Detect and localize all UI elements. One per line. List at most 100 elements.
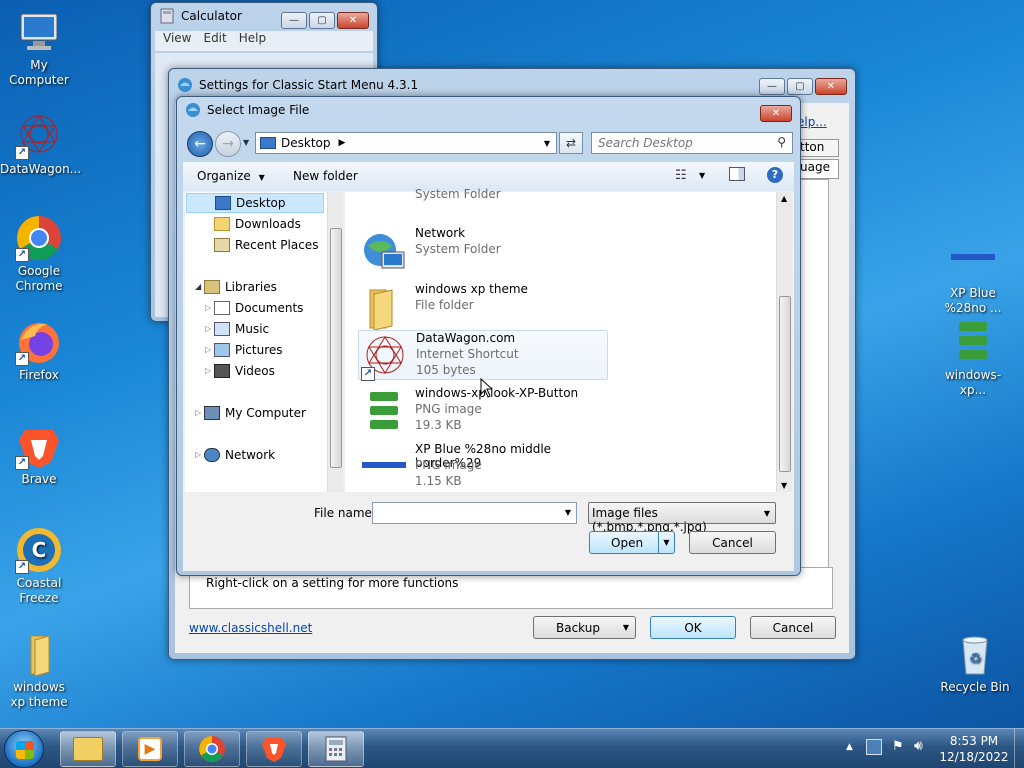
menu-view[interactable]: View — [163, 31, 191, 51]
refresh-button[interactable]: ⇄ — [559, 132, 583, 154]
open-split-arrow-icon[interactable]: ▼ — [658, 532, 674, 553]
help-icon[interactable]: ? — [767, 167, 783, 183]
taskbar-brave[interactable] — [246, 731, 302, 767]
taskbar-calculator[interactable] — [308, 731, 364, 767]
dropdown-arrow-icon: ▼ — [622, 623, 629, 632]
nav-item-my-computer[interactable]: My Computer — [204, 403, 306, 423]
menu-edit[interactable]: Edit — [203, 31, 226, 51]
organize-button[interactable]: Organize ▼ — [197, 169, 265, 183]
nav-item-desktop[interactable]: Desktop — [186, 193, 324, 213]
nav-item-libraries[interactable]: Libraries — [204, 277, 277, 297]
menu-help[interactable]: Help — [239, 31, 266, 51]
desktop-icon-firefox[interactable]: ↗ Firefox — [0, 318, 78, 383]
tab-language[interactable]: uage — [797, 159, 839, 179]
address-bar[interactable]: Desktop ▶ ▼ — [255, 132, 557, 154]
backup-button[interactable]: Backup ▼ — [533, 616, 636, 639]
nav-item-recent-places[interactable]: Recent Places — [214, 235, 318, 255]
view-dropdown-icon[interactable]: ▼ — [699, 171, 705, 180]
taskbar-media-player[interactable]: ▶ — [122, 731, 178, 767]
collapse-arrow-icon[interactable]: ▷ — [205, 324, 211, 333]
recent-pages-arrow-icon[interactable]: ▼ — [243, 138, 249, 147]
list-item-network[interactable]: Network System Folder — [358, 226, 608, 278]
view-options-icon[interactable]: ☷ — [675, 168, 687, 183]
taskbar-chrome[interactable] — [184, 731, 240, 767]
file-name-input[interactable] — [373, 503, 553, 523]
settings-cancel-button[interactable]: Cancel — [750, 616, 836, 639]
scroll-down-arrow-icon[interactable]: ▼ — [781, 481, 787, 490]
list-item-xp-blue[interactable]: XP Blue %28no middle border%29 PNG image… — [358, 442, 608, 494]
nav-item-network[interactable]: Network — [204, 445, 275, 465]
back-button[interactable]: ← — [187, 131, 213, 157]
desktop-icon-windows-xp-button[interactable]: windows-xp... — [934, 318, 1012, 398]
file-scroll-thumb[interactable] — [779, 296, 791, 472]
nav-item-downloads[interactable]: Downloads — [214, 214, 301, 234]
chrome-icon: ↗ — [15, 214, 63, 262]
scroll-up-arrow-icon[interactable]: ▲ — [781, 194, 787, 203]
show-desktop-button[interactable] — [1014, 729, 1024, 768]
close-button[interactable]: ✕ — [337, 12, 369, 29]
desktop-icon-my-computer[interactable]: My Computer — [0, 8, 78, 88]
desktop-icon-windows-xp-theme[interactable]: windows xp theme — [0, 630, 78, 710]
address-dropdown-icon[interactable]: ▼ — [544, 139, 550, 148]
nav-item-videos[interactable]: Videos — [214, 361, 275, 381]
collapse-arrow-icon[interactable]: ▷ — [205, 366, 211, 375]
open-button[interactable]: Open ▼ — [589, 531, 675, 554]
list-item-datawagon[interactable]: ↗ DataWagon.com Internet Shortcut 105 by… — [358, 330, 608, 381]
network-tray-icon[interactable] — [866, 739, 882, 755]
collapse-arrow-icon[interactable]: ▷ — [205, 345, 211, 354]
taskbar-explorer[interactable] — [60, 731, 116, 767]
computer-icon — [15, 8, 63, 56]
file-scrollbar[interactable]: ▲ ▼ — [776, 192, 792, 492]
volume-icon[interactable]: 🔊︎ — [914, 738, 923, 754]
help-link[interactable]: elp... — [797, 115, 827, 129]
dialog-close-button[interactable]: ✕ — [760, 105, 792, 122]
new-folder-button[interactable]: New folder — [293, 169, 358, 183]
back-arrow-icon: ← — [194, 136, 206, 152]
nav-item-pictures[interactable]: Pictures — [214, 340, 283, 360]
preview-pane-icon[interactable] — [729, 167, 745, 181]
desktop-icon-coastal-freeze[interactable]: C ↗ Coastal Freeze — [0, 526, 78, 606]
tab-button[interactable]: tton — [797, 139, 839, 157]
desktop-icon-xp-blue[interactable]: XP Blue %28no ... — [934, 236, 1012, 316]
nav-item-music[interactable]: Music — [214, 319, 269, 339]
collapse-arrow-icon[interactable]: ▷ — [205, 303, 211, 312]
nav-item-documents[interactable]: Documents — [214, 298, 303, 318]
minimize-button[interactable]: — — [759, 78, 785, 95]
file-type-select[interactable]: Image files (*.bmp,*.png,*.jpg) ▼ — [588, 502, 776, 534]
file-name-combobox[interactable]: ▼ — [372, 502, 577, 524]
action-center-icon[interactable]: ⚑ — [892, 739, 904, 754]
search-box[interactable]: ⚲ — [591, 132, 793, 154]
refresh-icon: ⇄ — [565, 136, 577, 150]
close-button[interactable]: ✕ — [815, 78, 847, 95]
maximize-button[interactable]: ▢ — [309, 12, 335, 29]
start-button[interactable] — [4, 730, 44, 768]
collapse-arrow-icon[interactable]: ▷ — [195, 450, 201, 459]
expand-arrow-icon[interactable]: ◢ — [195, 282, 201, 291]
nav-scrollbar[interactable] — [327, 192, 343, 492]
classicshell-link[interactable]: www.classicshell.net — [189, 621, 312, 635]
collapse-arrow-icon[interactable]: ▷ — [195, 408, 201, 417]
list-item-windows-xp-theme[interactable]: windows xp theme File folder — [358, 282, 608, 334]
desktop-icon-datawagon[interactable]: ↗ DataWagon... — [0, 112, 81, 177]
taskbar: ▶ ▲ ⚑ 🔊︎ 8:53 PM 12/18/2022 — [0, 728, 1024, 768]
maximize-button[interactable]: ▢ — [787, 78, 813, 95]
nav-scroll-thumb[interactable] — [330, 228, 342, 468]
desktop-icon-chrome[interactable]: ↗ Google Chrome — [0, 214, 78, 294]
search-input[interactable] — [592, 133, 762, 153]
png-image-icon — [949, 236, 997, 284]
dropdown-arrow-icon[interactable]: ▼ — [565, 508, 571, 517]
desktop-icon-recycle-bin[interactable]: ♻ Recycle Bin — [936, 630, 1014, 695]
show-hidden-icons-icon[interactable]: ▲ — [846, 742, 853, 752]
search-icon[interactable]: ⚲ — [777, 135, 786, 149]
clock[interactable]: 8:53 PM 12/18/2022 — [938, 733, 1010, 765]
desktop-icon-brave[interactable]: ↗ Brave — [0, 422, 78, 487]
minimize-button[interactable]: — — [281, 12, 307, 29]
ok-button[interactable]: OK — [650, 616, 736, 639]
libraries-icon — [204, 280, 220, 294]
dialog-titlebar[interactable]: Select Image File — [177, 97, 800, 123]
dialog-cancel-button[interactable]: Cancel — [689, 531, 776, 554]
forward-button[interactable]: → — [215, 131, 241, 157]
forward-arrow-icon: → — [222, 136, 234, 152]
computer-icon — [204, 406, 220, 420]
list-item-system-folder[interactable]: System Folder — [358, 187, 608, 205]
